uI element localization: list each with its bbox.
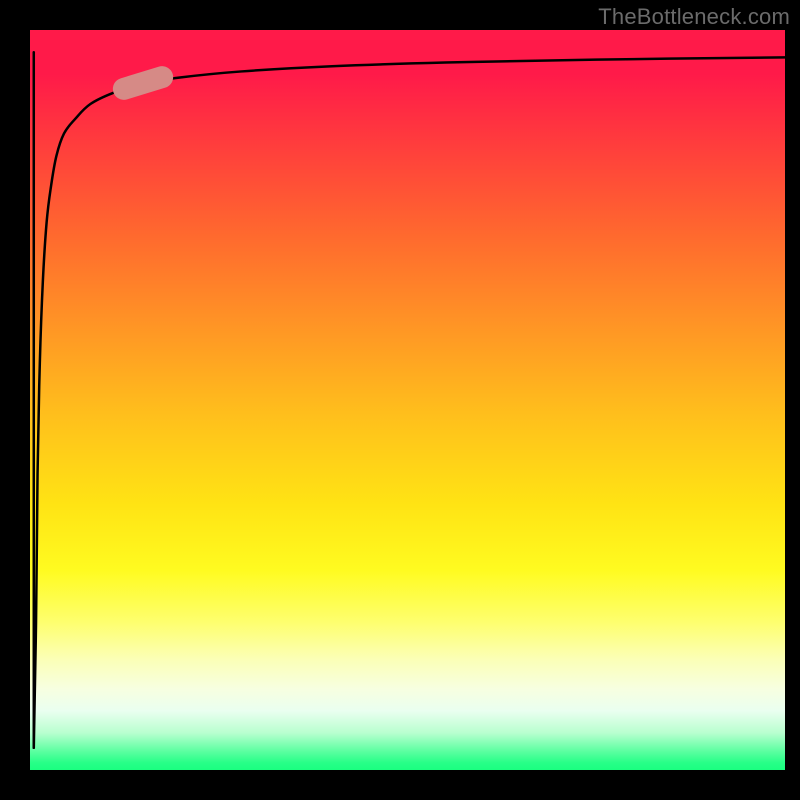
plot-area xyxy=(30,30,785,770)
curve-marker-pill xyxy=(110,64,176,103)
bottleneck-curve-path xyxy=(34,57,785,747)
chart-frame: TheBottleneck.com xyxy=(0,0,800,800)
attribution-text: TheBottleneck.com xyxy=(598,4,790,30)
curve-svg xyxy=(30,30,785,770)
